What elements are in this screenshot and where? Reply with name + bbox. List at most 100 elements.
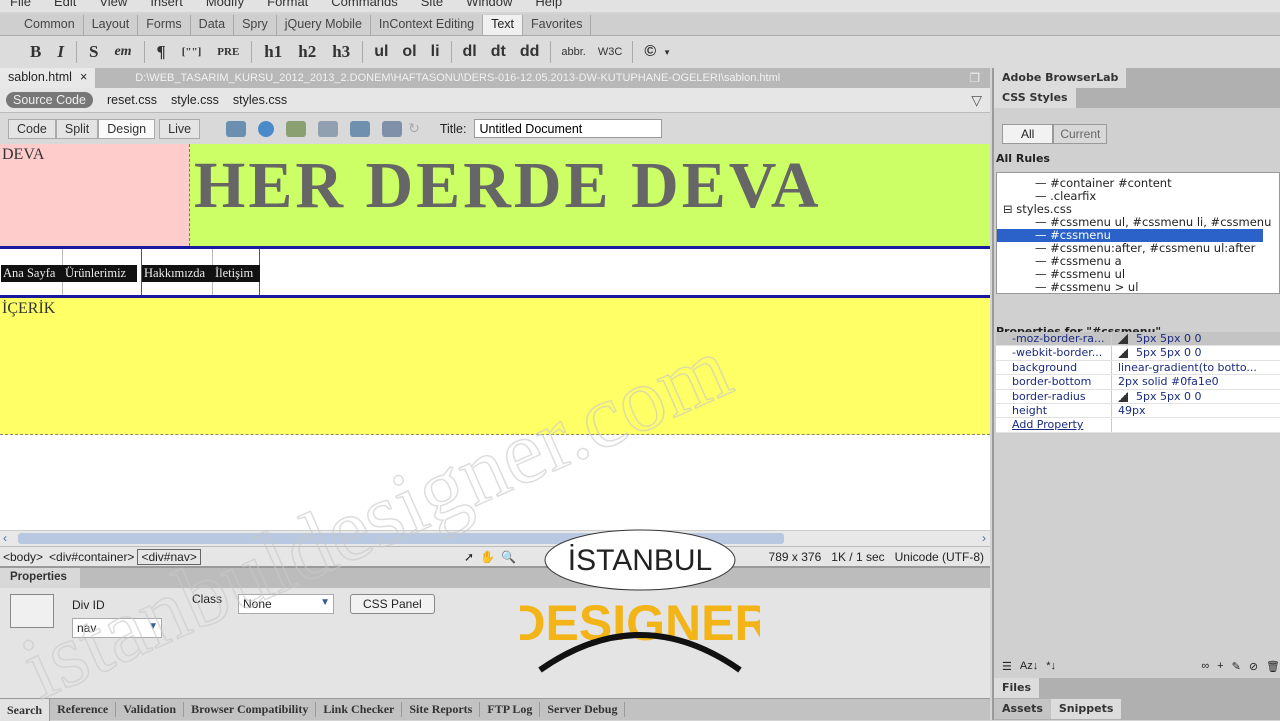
restore-window-icon[interactable]: ❐ bbox=[969, 71, 980, 85]
browserlab-tab[interactable]: Adobe BrowserLab bbox=[994, 68, 1127, 88]
results-tab-server-debug[interactable]: Server Debug bbox=[540, 702, 626, 717]
preview-browser-icon[interactable] bbox=[258, 120, 275, 137]
disable-icon[interactable]: ⊘ bbox=[1249, 660, 1258, 673]
results-tab-search[interactable]: Search bbox=[0, 698, 51, 721]
property-name[interactable]: -moz-border-ra... bbox=[996, 332, 1112, 346]
set-properties-icon[interactable]: *↓ bbox=[1046, 660, 1056, 672]
edit-rule-icon[interactable]: ✎ bbox=[1232, 660, 1241, 673]
insert-tab-favorites[interactable]: Favorites bbox=[523, 15, 592, 35]
check-browser-icon[interactable] bbox=[382, 120, 403, 137]
menu-view[interactable]: View bbox=[89, 0, 140, 12]
related-file-styles-css[interactable]: styles.css bbox=[233, 93, 287, 107]
header-banner[interactable]: HER DERDE DEVA bbox=[190, 144, 990, 246]
div-id-select[interactable]: nav ▼ bbox=[72, 618, 162, 638]
attach-stylesheet-icon[interactable]: ∞ bbox=[1201, 660, 1209, 672]
ol-button[interactable]: ol bbox=[395, 43, 423, 61]
results-tab-reference[interactable]: Reference bbox=[50, 702, 117, 717]
split-view-button[interactable]: Split bbox=[55, 118, 99, 139]
insert-tab-spry[interactable]: Spry bbox=[234, 15, 277, 35]
refresh-icon[interactable]: ↻ bbox=[408, 120, 420, 137]
italic-button[interactable]: I bbox=[49, 42, 72, 62]
css-property-row[interactable]: height 49px bbox=[996, 403, 1280, 419]
dt-button[interactable]: dt bbox=[484, 43, 513, 61]
file-management-icon[interactable] bbox=[286, 120, 307, 137]
ul-button[interactable]: ul bbox=[367, 43, 395, 61]
menu-help[interactable]: Help bbox=[525, 0, 575, 12]
design-view-button[interactable]: Design bbox=[98, 118, 156, 139]
document-title-input[interactable] bbox=[474, 119, 663, 138]
property-value[interactable]: 49px bbox=[1112, 404, 1280, 417]
css-property-row[interactable]: border-radius 5px 5px 0 0 bbox=[996, 389, 1280, 404]
results-tab-validation[interactable]: Validation bbox=[116, 702, 185, 717]
h2-button[interactable]: h2 bbox=[290, 42, 324, 62]
property-value[interactable]: 5px 5px 0 0 bbox=[1112, 390, 1280, 403]
property-value[interactable]: linear-gradient(to botto... bbox=[1112, 361, 1280, 374]
insert-tab-common[interactable]: Common bbox=[16, 15, 84, 35]
bold-button[interactable]: B bbox=[22, 42, 49, 62]
close-icon[interactable]: × bbox=[80, 70, 87, 86]
pre-button[interactable]: PRE bbox=[209, 46, 247, 58]
menu-window[interactable]: Window bbox=[456, 0, 525, 12]
nav-div[interactable]: Ana Sayfa Ürünlerimiz Hakkımızda İletişi… bbox=[0, 246, 990, 298]
code-view-button[interactable]: Code bbox=[8, 118, 56, 139]
results-tab-site-reports[interactable]: Site Reports bbox=[402, 702, 481, 717]
css-rules-tree[interactable]: — #container #content — .clearfix ⊟ styles… bbox=[996, 172, 1280, 294]
nav-link-home[interactable]: Ana Sayfa bbox=[1, 265, 63, 282]
property-name[interactable]: background bbox=[996, 360, 1112, 375]
css-styles-tab[interactable]: CSS Styles bbox=[994, 88, 1076, 108]
nav-link-about[interactable]: Hakkımızda bbox=[142, 265, 213, 282]
visual-aids-icon[interactable] bbox=[350, 120, 371, 137]
window-size[interactable]: 789 x 376 bbox=[769, 550, 822, 564]
all-mode-button[interactable]: All bbox=[1002, 124, 1054, 144]
dl-button[interactable]: dl bbox=[456, 43, 484, 61]
current-mode-button[interactable]: Current bbox=[1053, 124, 1108, 144]
related-file-reset-css[interactable]: reset.css bbox=[107, 93, 157, 107]
insert-tab-text[interactable]: Text bbox=[483, 15, 524, 35]
insert-tab-forms[interactable]: Forms bbox=[138, 15, 191, 35]
w3c-acronym-button[interactable]: W3C bbox=[592, 46, 628, 58]
nav-link-contact[interactable]: İletişim bbox=[213, 265, 260, 282]
collapse-icon[interactable]: ⊟ bbox=[1003, 202, 1016, 216]
tag-div-nav[interactable]: <div#nav> bbox=[137, 548, 201, 565]
paragraph-button[interactable]: ¶ bbox=[149, 42, 174, 62]
css-property-row[interactable]: border-bottom 2px solid #0fa1e0 bbox=[996, 375, 1280, 390]
css-rule-item[interactable]: — #cssmenu > ul bbox=[997, 281, 1138, 294]
tag-body[interactable]: <body> bbox=[0, 550, 46, 564]
class-select[interactable]: None ▼ bbox=[238, 594, 334, 614]
menu-insert[interactable]: Insert bbox=[140, 0, 196, 12]
menu-file[interactable]: File bbox=[0, 0, 44, 12]
h3-button[interactable]: h3 bbox=[324, 42, 358, 62]
related-file-source-code[interactable]: Source Code bbox=[6, 92, 93, 108]
css-property-row[interactable]: -moz-border-ra... 5px 5px 0 0 bbox=[996, 332, 1280, 347]
css-property-row[interactable]: -webkit-border... 5px 5px 0 0 bbox=[996, 346, 1280, 361]
filter-icon[interactable]: ▽ bbox=[971, 92, 982, 109]
property-name[interactable]: -webkit-border... bbox=[996, 346, 1112, 360]
design-view-canvas[interactable]: DEVA HER DERDE DEVA Ana Sayfa Ürünlerimi… bbox=[0, 144, 990, 530]
scroll-right-icon[interactable]: › bbox=[982, 531, 986, 545]
strong-button[interactable]: S bbox=[81, 42, 106, 62]
logo-box[interactable]: DEVA bbox=[0, 144, 190, 246]
abbr-button[interactable]: abbr. bbox=[555, 46, 591, 58]
em-button[interactable]: em bbox=[106, 44, 139, 60]
property-name[interactable]: border-radius bbox=[996, 389, 1112, 403]
menu-modify[interactable]: Modify bbox=[196, 0, 257, 12]
select-tool-icon[interactable]: ➚ bbox=[464, 550, 474, 564]
css-panel-button[interactable]: CSS Panel bbox=[350, 594, 435, 614]
menu-site[interactable]: Site bbox=[411, 0, 456, 12]
scroll-left-icon[interactable]: ‹ bbox=[3, 531, 7, 545]
assets-tab[interactable]: Assets bbox=[994, 699, 1051, 719]
insert-tab-jquery-mobile[interactable]: jQuery Mobile bbox=[277, 15, 371, 35]
blockquote-button[interactable]: [""] bbox=[174, 46, 210, 58]
category-view-icon[interactable]: ☰ bbox=[1002, 660, 1012, 673]
tag-div-container[interactable]: <div#container> bbox=[46, 550, 137, 564]
multiscreen-icon[interactable] bbox=[226, 120, 247, 137]
hand-tool-icon[interactable]: ✋ bbox=[480, 550, 495, 564]
files-tab[interactable]: Files bbox=[994, 678, 1040, 698]
characters-button[interactable]: © bbox=[637, 43, 663, 61]
menu-commands[interactable]: Commands bbox=[321, 0, 410, 12]
insert-tab-data[interactable]: Data bbox=[191, 15, 235, 35]
new-rule-icon[interactable]: + bbox=[1217, 660, 1223, 672]
nav-link-products[interactable]: Ürünlerimiz bbox=[63, 265, 137, 282]
results-tab-link-checker[interactable]: Link Checker bbox=[316, 702, 403, 717]
property-value[interactable]: 5px 5px 0 0 bbox=[1112, 332, 1280, 345]
